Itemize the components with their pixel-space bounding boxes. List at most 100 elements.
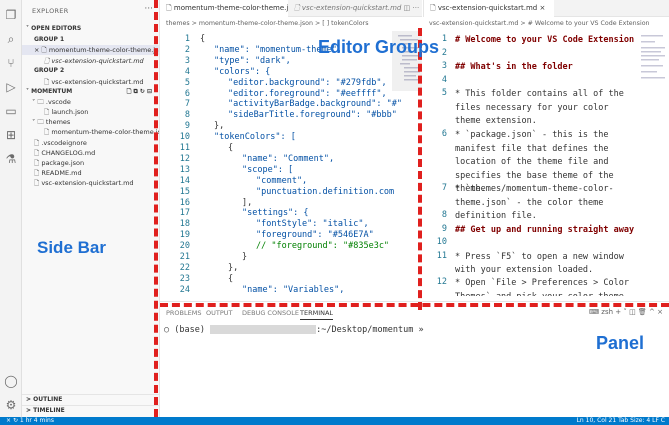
- line-number: 23: [179, 273, 190, 284]
- panel-divider-dashes: [160, 303, 669, 307]
- more-actions-icon[interactable]: ···: [144, 4, 153, 14]
- line-number: 9: [441, 223, 447, 234]
- close-icon[interactable]: ×: [539, 4, 545, 12]
- file-icon: 🗋: [34, 169, 40, 177]
- file-icon: 🗋: [34, 139, 40, 147]
- code-line: "foreground": "#546E7A": [256, 230, 374, 241]
- line-number: 18: [179, 219, 190, 230]
- line-number: 12: [179, 153, 190, 164]
- line-number: 11: [436, 250, 447, 261]
- file-icon: 🗋: [44, 128, 50, 136]
- code-line: "sideBarTitle.foreground": "#bbb": [228, 110, 397, 121]
- tab-json[interactable]: 🗋 momentum-theme-color-theme.json ×: [160, 0, 288, 17]
- code-line: "comment",: [256, 175, 308, 186]
- editor-group-2-tabs: 🗋 vsc-extension-quickstart.md ×: [423, 0, 669, 17]
- line-number: 14: [179, 175, 190, 186]
- group2-label: GROUP 2: [34, 67, 65, 74]
- status-right[interactable]: Ln 10, Col 21 Tab Size: 4 LF C: [577, 417, 665, 425]
- tab-problems[interactable]: PROBLEMS: [166, 309, 201, 317]
- json-file-icon: 🗋: [166, 4, 172, 12]
- tree-folder[interactable]: ˅ 🗀 .vscode: [22, 97, 159, 107]
- file-icon: 🗋: [44, 108, 50, 116]
- terminal-status-icon: ○: [164, 325, 175, 335]
- line-number: 3: [184, 55, 190, 66]
- sync-icon: ↻: [12, 417, 18, 424]
- breadcrumb[interactable]: themes > momentum-theme-color-theme.json…: [160, 18, 422, 30]
- open-editor-item[interactable]: 🗋 vsc-extension-quickstart.md: [22, 77, 159, 87]
- code-line: {: [228, 273, 234, 284]
- new-file-icon[interactable]: 🗋 ⧉ ↻ ⊟: [127, 87, 152, 97]
- markdown-line: ## Get up and running straight away: [455, 224, 635, 235]
- remote-explorer-icon[interactable]: ▭: [4, 104, 18, 118]
- line-number: 24: [179, 284, 190, 295]
- run-debug-icon[interactable]: ▷: [4, 80, 18, 94]
- code-line: "fontStyle": "italic",: [256, 219, 369, 230]
- md-file-icon: 🗋: [44, 57, 50, 65]
- code-line: "name": "Comment",: [242, 153, 335, 164]
- explorer-title: EXPLORER: [32, 7, 69, 15]
- tab-terminal[interactable]: TERMINAL: [300, 309, 334, 320]
- line-number: 5: [441, 88, 447, 98]
- tab-quickstart[interactable]: 🗋 vsc-extension-quickstart.md ◫ ···: [288, 0, 422, 17]
- breadcrumb-2[interactable]: vsc-extension-quickstart.md > # Welcome …: [423, 18, 669, 30]
- terminal-output[interactable]: ○ (base) :~/Desktop/momentum »: [164, 325, 424, 335]
- line-number: 4: [184, 66, 190, 77]
- markdown-line: * `themes/momentum-theme-color-theme.jso…: [455, 184, 614, 221]
- tree-file[interactable]: 🗋 launch.json: [22, 107, 159, 117]
- code-line: "editor.foreground": "#eeffff",: [228, 88, 387, 99]
- source-control-icon[interactable]: ⑂: [4, 56, 18, 70]
- tree-file[interactable]: 🗋 CHANGELOG.md: [22, 148, 159, 158]
- code-line: "name": "Variables",: [242, 284, 345, 295]
- testing-icon[interactable]: ⚗: [4, 152, 18, 166]
- tree-file[interactable]: 🗋 .vscodeignore: [22, 138, 159, 148]
- files-icon[interactable]: ❐: [4, 8, 18, 22]
- tree-file[interactable]: 🗋 README.md: [22, 168, 159, 178]
- open-editors-header[interactable]: ˅ OPEN EDITORS: [22, 24, 159, 34]
- line-number: 19: [179, 230, 190, 241]
- open-editor-item[interactable]: 🗋 vsc-extension-quickstart.md: [22, 56, 159, 66]
- markdown-line: # Welcome to your VS Code Extension: [455, 35, 635, 45]
- tree-file[interactable]: 🗋 momentum-theme-color-theme.json: [22, 127, 159, 137]
- extensions-icon[interactable]: ⊞: [4, 128, 18, 142]
- open-editor-item[interactable]: × 🗋 momentum-theme-color-theme.js...: [22, 45, 159, 55]
- line-number: 3: [441, 61, 447, 71]
- tree-folder[interactable]: ˅ 🗀 themes: [22, 117, 159, 127]
- tree-file[interactable]: 🗋 vsc-extension-quickstart.md: [22, 178, 159, 188]
- file-icon: 🗋: [34, 179, 40, 187]
- line-number: 5: [184, 77, 190, 88]
- line-number: 12: [436, 277, 447, 287]
- search-icon[interactable]: ⌕: [4, 32, 18, 46]
- line-number: 2: [184, 44, 190, 55]
- project-header[interactable]: ˅ MOMENTUM 🗋 ⧉ ↻ ⊟: [22, 87, 159, 97]
- tab-quickstart-2[interactable]: 🗋 vsc-extension-quickstart.md ×: [424, 0, 554, 17]
- json-code-editor[interactable]: 1{2 "name": "momentum-theme", 3 "type": "da…: [160, 31, 422, 296]
- tab-output[interactable]: OUTPUT: [206, 309, 233, 317]
- activity-bar: ❐ ⌕ ⑂ ▷ ▭ ⊞ ⚗ ◯ ⚙: [0, 0, 22, 417]
- side-bar-annotation: Side Bar: [37, 238, 106, 257]
- split-editor-icon[interactable]: ◫ ···: [404, 4, 420, 12]
- account-icon[interactable]: ◯: [4, 374, 18, 388]
- line-number: 11: [179, 143, 190, 153]
- tab-debug-console[interactable]: DEBUG CONSOLE: [242, 309, 299, 317]
- md-file-icon: 🗋: [294, 4, 300, 12]
- tree-file[interactable]: 🗋 package.json: [22, 158, 159, 168]
- folder-icon: 🗀: [37, 118, 44, 126]
- settings-gear-icon[interactable]: ⚙: [4, 398, 18, 412]
- line-number: 21: [179, 252, 190, 262]
- line-number: 7: [441, 183, 447, 193]
- minimap-preview: [641, 35, 665, 79]
- outline-header[interactable]: > OUTLINE: [22, 394, 159, 404]
- code-line: "settings": {: [242, 208, 309, 219]
- terminal-actions[interactable]: ⌨ zsh + ˅ ◫ 🗑 ^ ×: [589, 308, 663, 316]
- line-number: 15: [179, 186, 190, 197]
- file-icon: 🗋: [34, 149, 40, 157]
- markdown-editor[interactable]: 1 # Welcome to your VS Code Extension 2 3 ##…: [423, 31, 669, 296]
- code-line: },: [228, 262, 239, 273]
- md-file-icon: 🗋: [430, 4, 436, 12]
- line-number: 7: [184, 99, 190, 110]
- minimap-2[interactable]: [637, 31, 669, 296]
- editor-divider-dashes: [418, 28, 422, 310]
- timeline-header[interactable]: > TIMELINE: [22, 405, 159, 415]
- status-left[interactable]: × ↻ 1 hr 4 mins: [6, 417, 54, 425]
- line-number: 9: [184, 121, 190, 132]
